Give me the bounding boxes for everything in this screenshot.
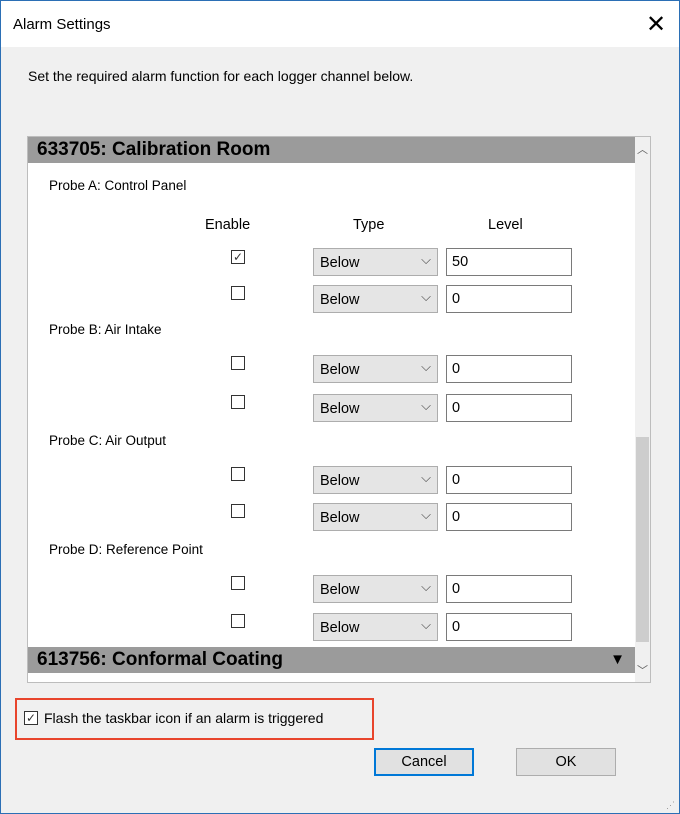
type-value: Below — [320, 292, 360, 308]
group-header-613756[interactable]: 613756: Conformal Coating ▼ — [28, 647, 635, 673]
level-input-c1[interactable]: 0 — [446, 466, 572, 494]
column-header-level: Level — [488, 217, 523, 233]
type-select-b2[interactable]: Below ⌵ — [313, 394, 438, 422]
type-value: Below — [320, 362, 360, 378]
resize-grip-icon[interactable]: ⋰ — [666, 800, 676, 810]
enable-checkbox-d2[interactable] — [231, 614, 245, 628]
type-value: Below — [320, 255, 360, 271]
dialog-title: Alarm Settings — [13, 16, 111, 33]
checkmark-icon: ✓ — [25, 711, 37, 725]
type-select-c2[interactable]: Below ⌵ — [313, 503, 438, 531]
enable-checkbox-a1[interactable]: ✓ — [231, 250, 245, 264]
scrollbar-thumb[interactable] — [636, 437, 649, 642]
type-select-b1[interactable]: Below ⌵ — [313, 355, 438, 383]
group-header-633705[interactable]: 633705: Calibration Room — [28, 137, 635, 163]
close-button[interactable]: ✕ — [633, 1, 679, 47]
type-value: Below — [320, 620, 360, 636]
level-input-a2[interactable]: 0 — [446, 285, 572, 313]
type-value: Below — [320, 473, 360, 489]
level-input-a1[interactable]: 50 — [446, 248, 572, 276]
level-input-d2[interactable]: 0 — [446, 613, 572, 641]
type-select-a2[interactable]: Below ⌵ — [313, 285, 438, 313]
type-value: Below — [320, 510, 360, 526]
type-value: Below — [320, 401, 360, 417]
probe-label-c: Probe C: Air Output — [49, 433, 167, 448]
ok-button[interactable]: OK — [516, 748, 616, 776]
probe-label-b: Probe B: Air Intake — [49, 322, 162, 337]
level-input-b1[interactable]: 0 — [446, 355, 572, 383]
checkmark-icon: ✓ — [232, 250, 244, 264]
instruction-text: Set the required alarm function for each… — [28, 68, 414, 84]
type-select-c1[interactable]: Below ⌵ — [313, 466, 438, 494]
level-input-b2[interactable]: 0 — [446, 394, 572, 422]
group-title: 633705: Calibration Room — [37, 139, 271, 160]
enable-checkbox-b1[interactable] — [231, 356, 245, 370]
chevron-down-icon: ⌵ — [421, 470, 431, 485]
close-icon: ✕ — [645, 10, 667, 38]
vertical-scrollbar[interactable]: ︿ ﹀ — [635, 137, 650, 682]
chevron-down-icon: ⌵ — [421, 252, 431, 267]
enable-checkbox-d1[interactable] — [231, 576, 245, 590]
chevron-down-icon: ⌵ — [421, 617, 431, 632]
flash-taskbar-label: Flash the taskbar icon if an alarm is tr… — [44, 710, 324, 726]
type-select-d2[interactable]: Below ⌵ — [313, 613, 438, 641]
enable-checkbox-b2[interactable] — [231, 395, 245, 409]
cancel-button[interactable]: Cancel — [374, 748, 474, 776]
probe-label-d: Probe D: Reference Point — [49, 542, 203, 557]
chevron-down-icon: ⌵ — [421, 289, 431, 304]
expand-arrow-icon: ▼ — [610, 651, 625, 668]
group-title: 613756: Conformal Coating — [37, 649, 283, 670]
flash-taskbar-checkbox[interactable]: ✓ — [24, 711, 38, 725]
chevron-down-icon: ⌵ — [421, 398, 431, 413]
type-select-d1[interactable]: Below ⌵ — [313, 575, 438, 603]
probe-label-a: Probe A: Control Panel — [49, 178, 187, 193]
enable-checkbox-a2[interactable] — [231, 286, 245, 300]
chevron-down-icon[interactable]: ﹀ — [637, 662, 648, 678]
enable-checkbox-c2[interactable] — [231, 504, 245, 518]
type-select-a1[interactable]: Below ⌵ — [313, 248, 438, 276]
level-input-d1[interactable]: 0 — [446, 575, 572, 603]
chevron-up-icon[interactable]: ︿ — [637, 141, 648, 157]
chevron-down-icon: ⌵ — [421, 579, 431, 594]
column-header-type: Type — [353, 217, 385, 233]
channel-list-panel[interactable]: 633705: Calibration Room Probe A: Contro… — [27, 136, 651, 683]
level-input-c2[interactable]: 0 — [446, 503, 572, 531]
type-value: Below — [320, 582, 360, 598]
column-header-enable: Enable — [205, 217, 251, 233]
alarm-settings-dialog: Alarm Settings ✕ Set the required alarm … — [0, 0, 680, 814]
chevron-down-icon: ⌵ — [421, 507, 431, 522]
chevron-down-icon: ⌵ — [421, 359, 431, 374]
enable-checkbox-c1[interactable] — [231, 467, 245, 481]
title-bar: Alarm Settings ✕ — [1, 1, 679, 47]
